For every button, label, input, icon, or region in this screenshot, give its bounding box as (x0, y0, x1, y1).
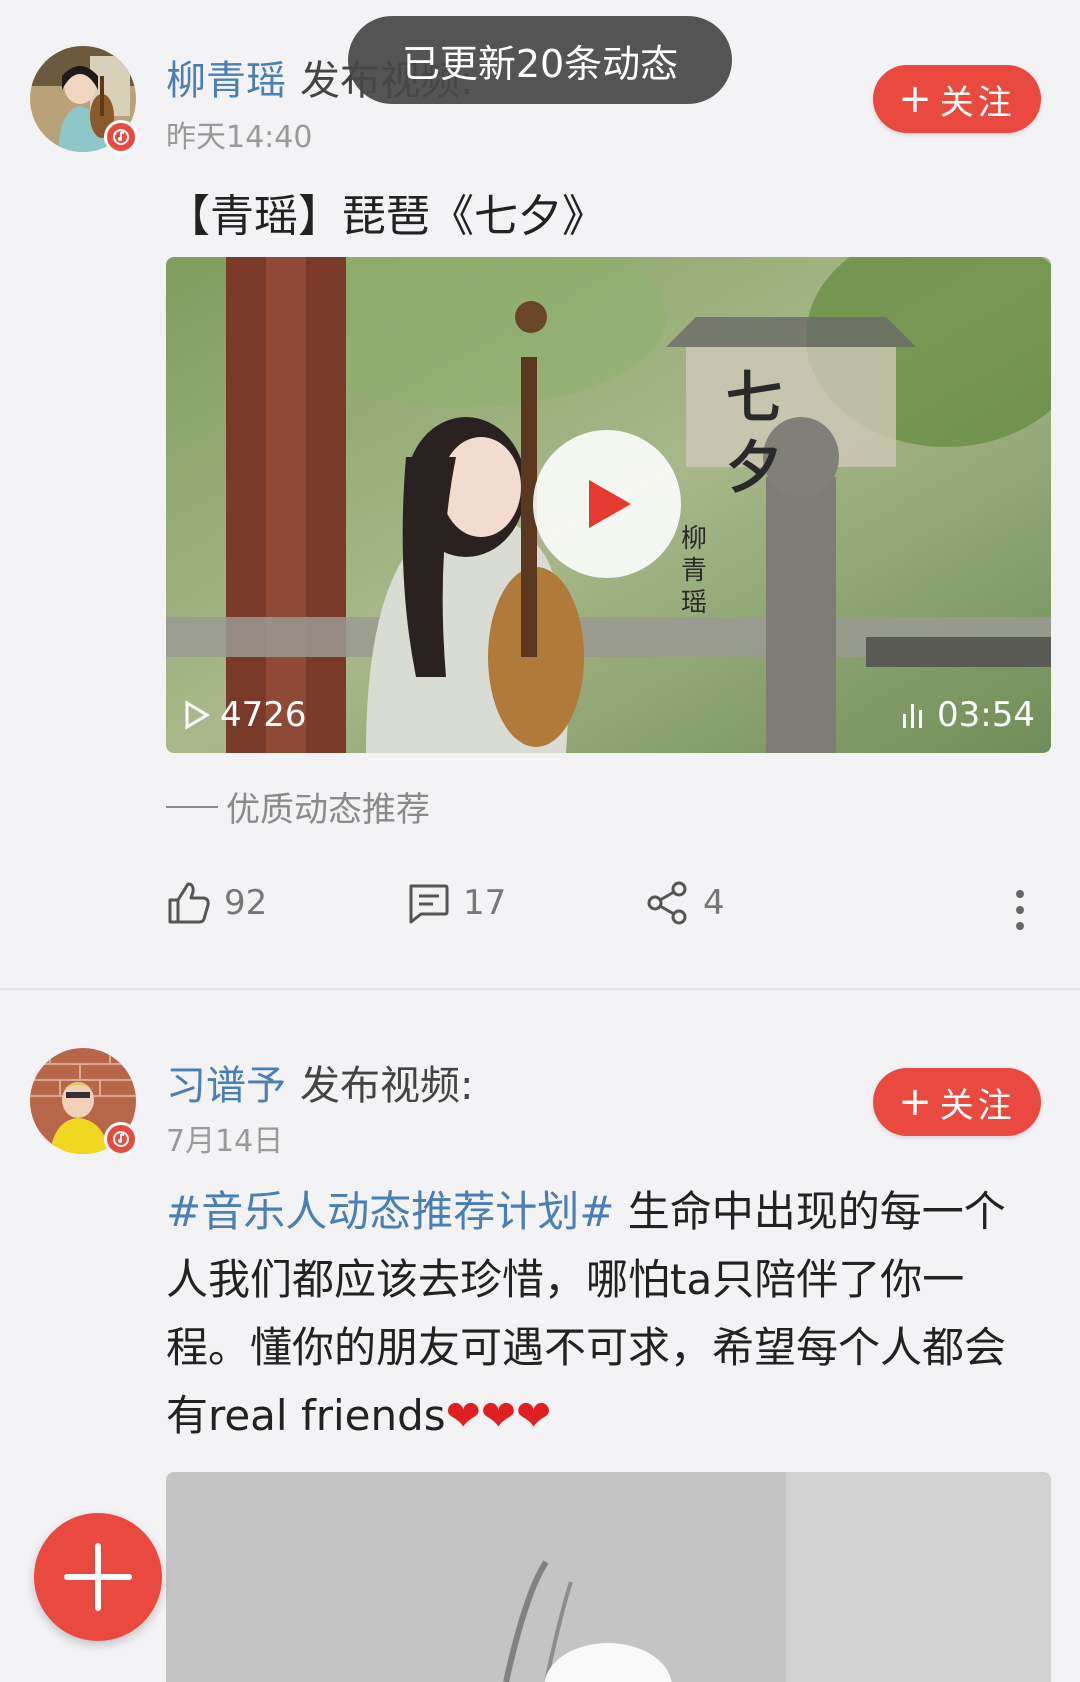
update-toast: 已更新20条动态 (348, 16, 732, 104)
follow-button[interactable]: + 关注 (873, 65, 1041, 133)
plus-icon: + (898, 1079, 932, 1125)
author-avatar[interactable] (30, 1048, 138, 1156)
post-text: #音乐人动态推荐计划# 生命中出现的每一个人我们都应该去珍惜，哪怕ta只陪伴了你… (166, 1178, 1046, 1450)
heart-emoji: ❤❤❤ (445, 1391, 552, 1440)
feed-post: 柳青瑶发布视频: 昨天14:40 +关注 【青瑶】琵琶《七夕》 (0, 0, 1080, 988)
share-icon (647, 881, 687, 925)
view-count: 4726 (184, 695, 307, 735)
like-icon (168, 882, 210, 924)
comment-icon (409, 884, 449, 924)
view-count-icon (185, 700, 210, 730)
audio-bars-icon (903, 704, 923, 728)
post-time: 昨天14:40 (166, 120, 313, 155)
post-actions: 92 17 4 (0, 880, 1080, 940)
video-thumbnail[interactable] (166, 1472, 1051, 1682)
overlay-title-char: 夕 (726, 435, 782, 501)
post-action: 发布视频: (300, 1063, 474, 1109)
overlay-title-char: 七 (726, 365, 782, 431)
more-icon (1016, 890, 1024, 930)
like-button[interactable]: 92 (166, 880, 267, 926)
overlay-artist-char: 柳 (681, 524, 707, 554)
plus-icon: + (898, 76, 932, 122)
author-name[interactable]: 柳青瑶 (166, 58, 286, 104)
author-name[interactable]: 习谱予 (166, 1063, 286, 1109)
recommend-label: 优质动态推荐 (166, 782, 430, 831)
fab-plus-icon (64, 1543, 132, 1611)
author-avatar[interactable] (30, 46, 138, 154)
play-button[interactable] (533, 430, 681, 578)
author-line: 习谱予 发布视频: (166, 1053, 473, 1111)
music-note-icon (104, 120, 138, 154)
share-button[interactable]: 4 (645, 880, 725, 926)
play-icon (589, 480, 631, 528)
more-button[interactable] (1010, 888, 1030, 936)
create-post-button[interactable] (34, 1513, 162, 1641)
post-title: 【青瑶】琵琶《七夕》 (166, 191, 606, 242)
video-thumbnail[interactable]: 七 夕 柳 青 瑶 4726 03:54 (166, 257, 1051, 753)
hashtag-link[interactable]: #音乐人动态推荐计划# (166, 1187, 614, 1236)
comment-button[interactable]: 17 (405, 880, 506, 926)
follow-button[interactable]: + 关注 (873, 1068, 1041, 1136)
post-divider (0, 988, 1080, 990)
overlay-artist-char: 青 (681, 556, 707, 586)
overlay-artist-char: 瑶 (681, 588, 707, 618)
video-duration: 03:54 (899, 695, 1035, 735)
post-time: 7月14日 (166, 1124, 284, 1159)
music-note-icon (104, 1122, 138, 1156)
